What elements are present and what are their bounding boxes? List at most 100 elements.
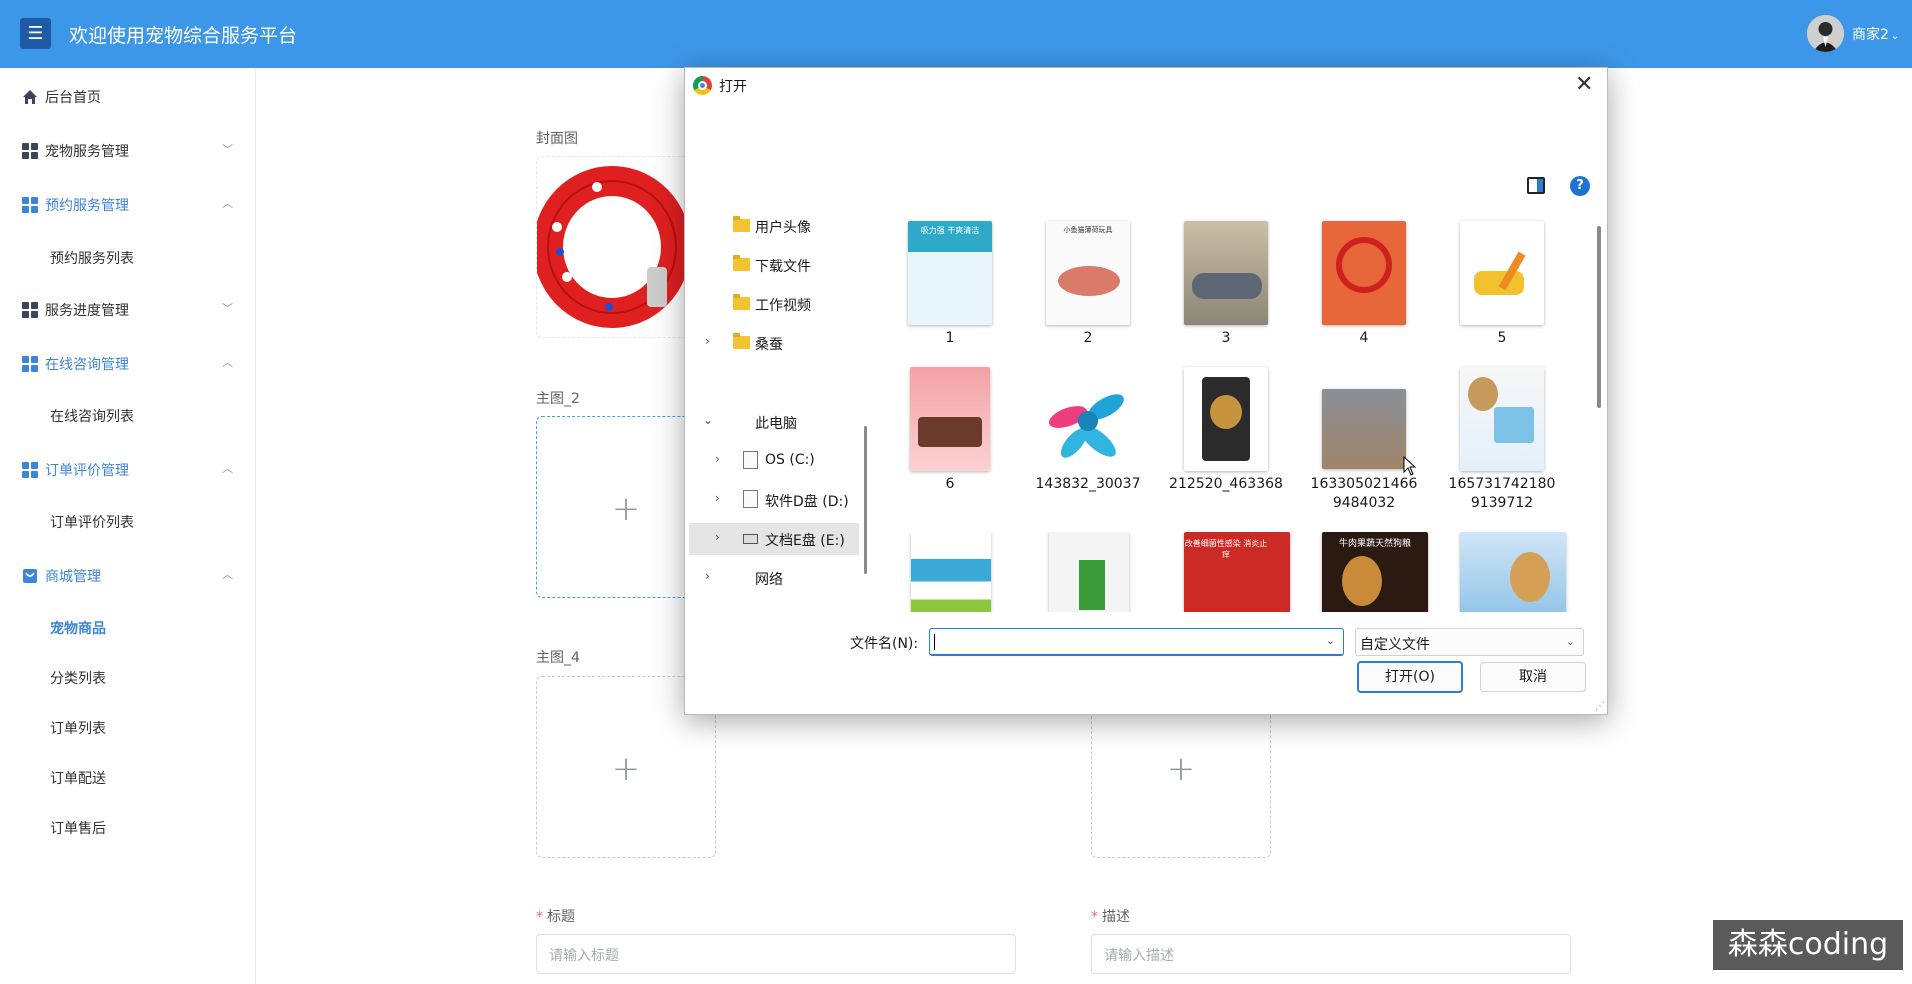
grid-icon xyxy=(22,302,38,318)
preview-pane-icon[interactable] xyxy=(1527,177,1545,194)
title-input[interactable]: 请输入标题 xyxy=(536,934,1016,974)
file-name: 165731742180 9139712 xyxy=(1438,475,1566,513)
sidebar-item-mall[interactable]: 商城管理 ︿ xyxy=(0,556,256,596)
sidebar-subitem-booking-list[interactable]: 预约服务列表 xyxy=(0,238,256,278)
sidebar-item-progress[interactable]: 服务进度管理 ﹀ xyxy=(0,290,256,330)
top-header: ☰ 欢迎使用宠物综合服务平台 商家2 ⌄ xyxy=(0,0,1912,68)
sidebar-item-label: 商城管理 xyxy=(45,569,101,585)
sidebar-subitem-consult-list[interactable]: 在线咨询列表 xyxy=(0,396,256,436)
file-thumbnail xyxy=(1046,367,1130,471)
sidebar-item-label: 在线咨询管理 xyxy=(45,357,129,373)
desc-label: * 描述 xyxy=(1091,906,1130,926)
nav-label: OS (C:) xyxy=(765,452,815,468)
file-name-text: 165731742180 9139712 xyxy=(1448,476,1556,511)
required-mark: * xyxy=(1091,909,1098,925)
usb-drive-icon xyxy=(743,534,758,544)
sidebar-subitem-review-list[interactable]: 订单评价列表 xyxy=(0,502,256,542)
grid-icon xyxy=(22,197,38,213)
sidebar-subitem-order-delivery[interactable]: 订单配送 xyxy=(0,758,256,798)
chevron-right-icon[interactable]: › xyxy=(715,491,720,505)
file-thumbnail: 改善细菌性感染 消炎止痒 xyxy=(1184,532,1290,612)
file-thumbnail xyxy=(1049,532,1129,612)
nav-network[interactable]: › 网络 xyxy=(689,562,859,594)
file-name: 6 xyxy=(945,476,955,492)
chevron-down-icon: ⌄ xyxy=(1565,635,1575,648)
nav-drive-e[interactable]: › 文档E盘 (E:) xyxy=(689,523,859,555)
file-grid-scrollbar[interactable] xyxy=(1597,226,1601,408)
sidebar-item-label: 宠物服务管理 xyxy=(45,144,129,160)
grid-icon xyxy=(22,143,38,159)
sidebar-item-review[interactable]: 订单评价管理 ︿ xyxy=(0,450,256,490)
title-label-text: 标题 xyxy=(547,909,575,925)
file-thumbnail xyxy=(911,532,991,612)
close-icon[interactable]: ✕ xyxy=(1575,72,1593,97)
chevron-right-icon[interactable]: › xyxy=(715,530,720,544)
nav-label: 文档E盘 (E:) xyxy=(765,533,845,549)
file-name: 4 xyxy=(1359,330,1369,346)
desc-label-text: 描述 xyxy=(1102,909,1130,925)
nav-folder-work-video[interactable]: 工作视频 xyxy=(689,288,859,320)
chevron-right-icon[interactable]: › xyxy=(705,334,710,348)
chevron-up-icon: ︿ xyxy=(222,356,233,369)
chevron-down-icon[interactable]: ⌄ xyxy=(1326,634,1335,647)
sidebar-subitem-category-list[interactable]: 分类列表 xyxy=(0,658,256,698)
sidebar-item-label: 预约服务管理 xyxy=(45,198,129,214)
sidebar-item-label: 后台首页 xyxy=(45,90,101,106)
thumb-text: 吸力强 干爽清洁 xyxy=(920,226,980,235)
file-thumbnail: 吸力强 干爽清洁 xyxy=(908,221,992,325)
filename-label: 文件名(N): xyxy=(850,636,919,652)
chevron-right-icon[interactable]: › xyxy=(715,452,720,466)
sidebar-subitem-pet-goods[interactable]: 宠物商品 xyxy=(0,608,256,648)
file-name: 2 xyxy=(1083,330,1093,346)
sidebar-item-home[interactable]: 后台首页 xyxy=(0,77,256,117)
sidebar-item-consult[interactable]: 在线咨询管理 ︿ xyxy=(0,344,256,384)
thumb-text: 牛肉果蔬天然狗粮 xyxy=(1338,539,1411,549)
file-thumbnail xyxy=(1322,389,1406,469)
sidebar-item-label: 分类列表 xyxy=(50,671,106,687)
desc-input[interactable]: 请输入描述 xyxy=(1091,934,1571,974)
nav-folder-avatar[interactable]: 用户头像 xyxy=(689,210,859,242)
cancel-button[interactable]: 取消 xyxy=(1480,662,1586,692)
file-thumbnail xyxy=(1322,221,1406,325)
sidebar-subitem-order-list[interactable]: 订单列表 xyxy=(0,708,256,748)
title-label: * 标题 xyxy=(536,906,575,926)
file-name: 143832_30037 xyxy=(1035,476,1141,492)
chevron-down-icon: ﹀ xyxy=(222,143,233,156)
sidebar-item-booking[interactable]: 预约服务管理 ︿ xyxy=(0,185,256,225)
open-button[interactable]: 打开(O) xyxy=(1357,661,1463,693)
nav-folder-downloads[interactable]: 下载文件 xyxy=(689,249,859,281)
main4-label: 主图_4 xyxy=(536,650,580,666)
sidebar-item-label: 服务进度管理 xyxy=(45,303,129,319)
nav-label: 网络 xyxy=(755,572,783,588)
nav-scrollbar[interactable] xyxy=(864,426,867,574)
nav-label: 软件D盘 (D:) xyxy=(765,494,849,510)
sidebar-subitem-order-after-sales[interactable]: 订单售后 xyxy=(0,808,256,848)
file-name: 1 xyxy=(945,330,955,346)
nav-this-pc[interactable]: ⌄ 此电脑 xyxy=(689,406,859,438)
chevron-down-icon[interactable]: ⌄ xyxy=(703,413,713,427)
sidebar-item-label: 订单评价列表 xyxy=(50,515,134,531)
filename-input[interactable]: ⌄ xyxy=(929,628,1344,656)
thumb-text: 改善细菌性感染 消炎止痒 xyxy=(1184,539,1268,559)
user-menu[interactable]: 商家2 ⌄ xyxy=(1852,24,1899,44)
avatar[interactable] xyxy=(1807,15,1844,52)
chevron-down-icon: ﹀ xyxy=(222,302,233,315)
sidebar-item-label: 订单配送 xyxy=(50,771,106,787)
nav-drive-c[interactable]: › OS (C:) xyxy=(689,445,859,477)
help-icon[interactable]: ? xyxy=(1570,176,1590,196)
folder-icon xyxy=(733,216,750,232)
file-name: 163305021466 9484032 xyxy=(1300,475,1428,513)
file-name-text: 163305021466 9484032 xyxy=(1310,476,1418,511)
grid-icon xyxy=(22,462,38,478)
sidebar-item-pet-service[interactable]: 宠物服务管理 ﹀ xyxy=(0,131,256,171)
cover-label: 封面图 xyxy=(536,131,578,147)
sidebar-item-label: 预约服务列表 xyxy=(50,251,134,267)
filetype-select[interactable]: 自定义文件 ⌄ xyxy=(1355,628,1584,656)
sidebar-item-label: 订单列表 xyxy=(50,721,106,737)
resize-grip-icon[interactable]: ⋰ xyxy=(1595,701,1605,712)
chevron-right-icon[interactable]: › xyxy=(705,569,710,583)
nav-drive-d[interactable]: › 软件D盘 (D:) xyxy=(689,484,859,516)
text-caret xyxy=(934,634,935,650)
nav-folder-silkworm[interactable]: › 桑蚕 xyxy=(689,327,859,359)
hamburger-icon[interactable]: ☰ xyxy=(20,18,51,49)
